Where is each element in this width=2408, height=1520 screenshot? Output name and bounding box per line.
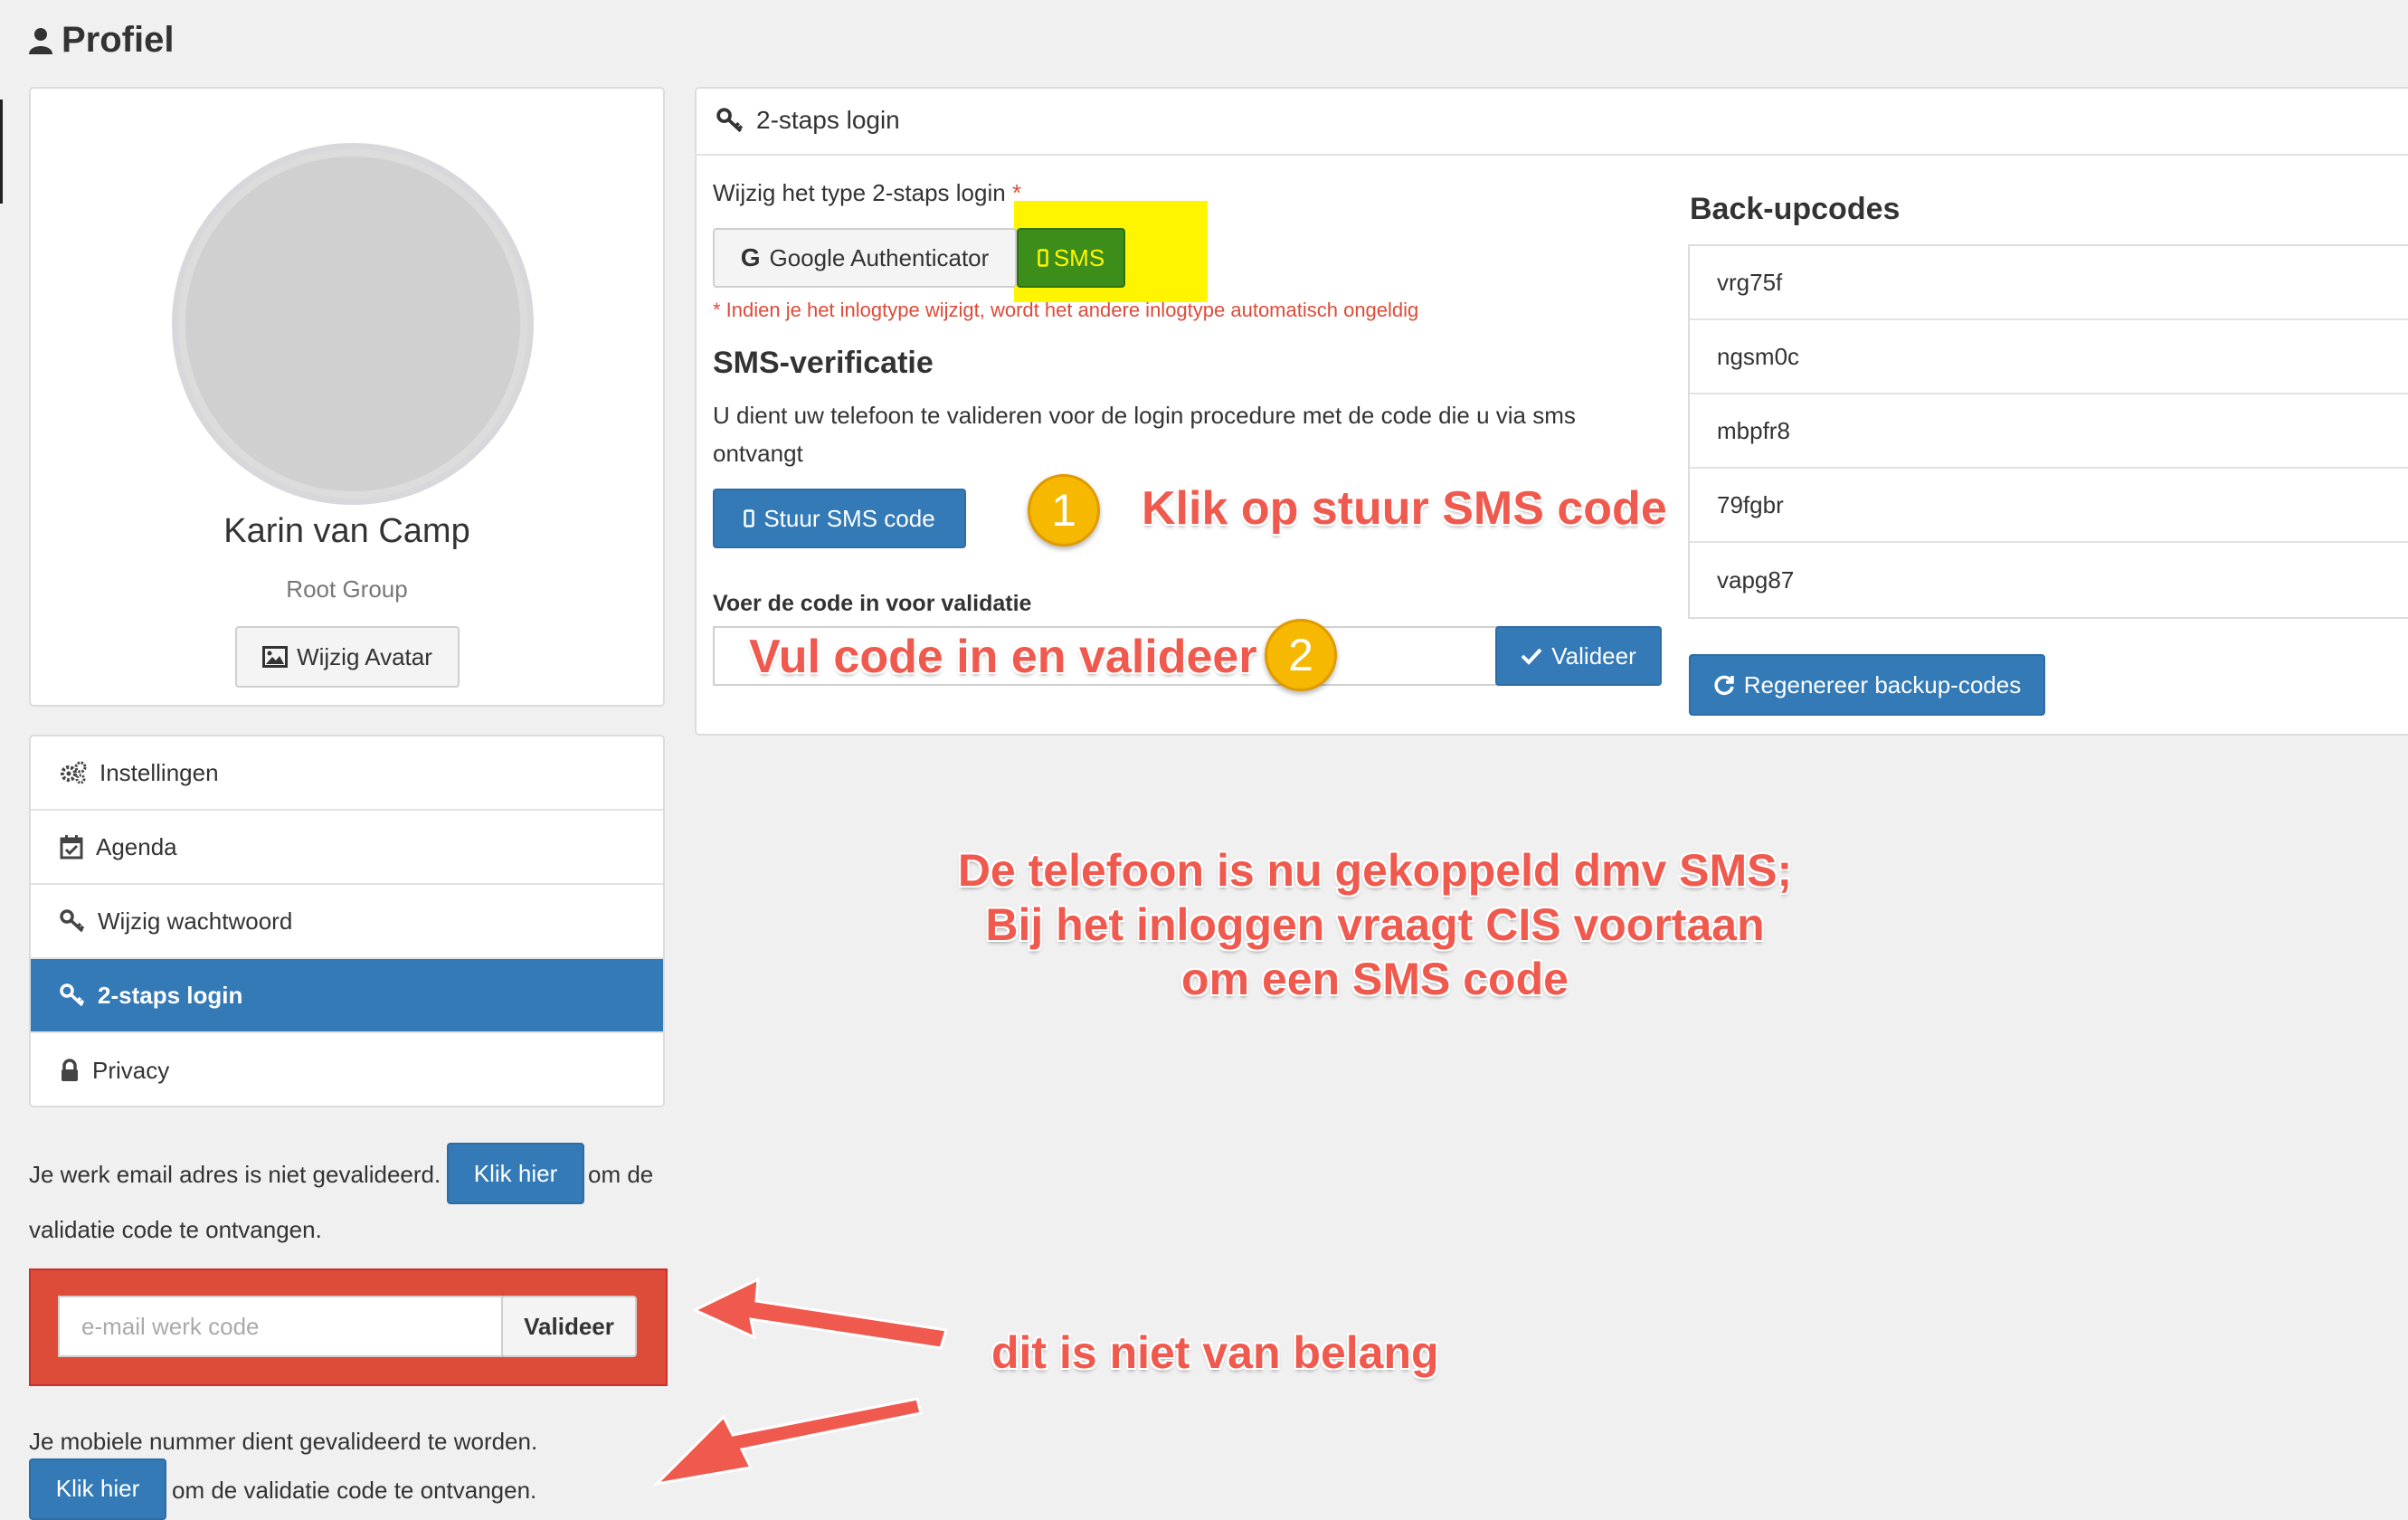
annotation-arrows — [652, 1277, 948, 1487]
arrow-to-mobile-button — [652, 1397, 923, 1487]
arrow-to-email-box — [691, 1277, 948, 1350]
